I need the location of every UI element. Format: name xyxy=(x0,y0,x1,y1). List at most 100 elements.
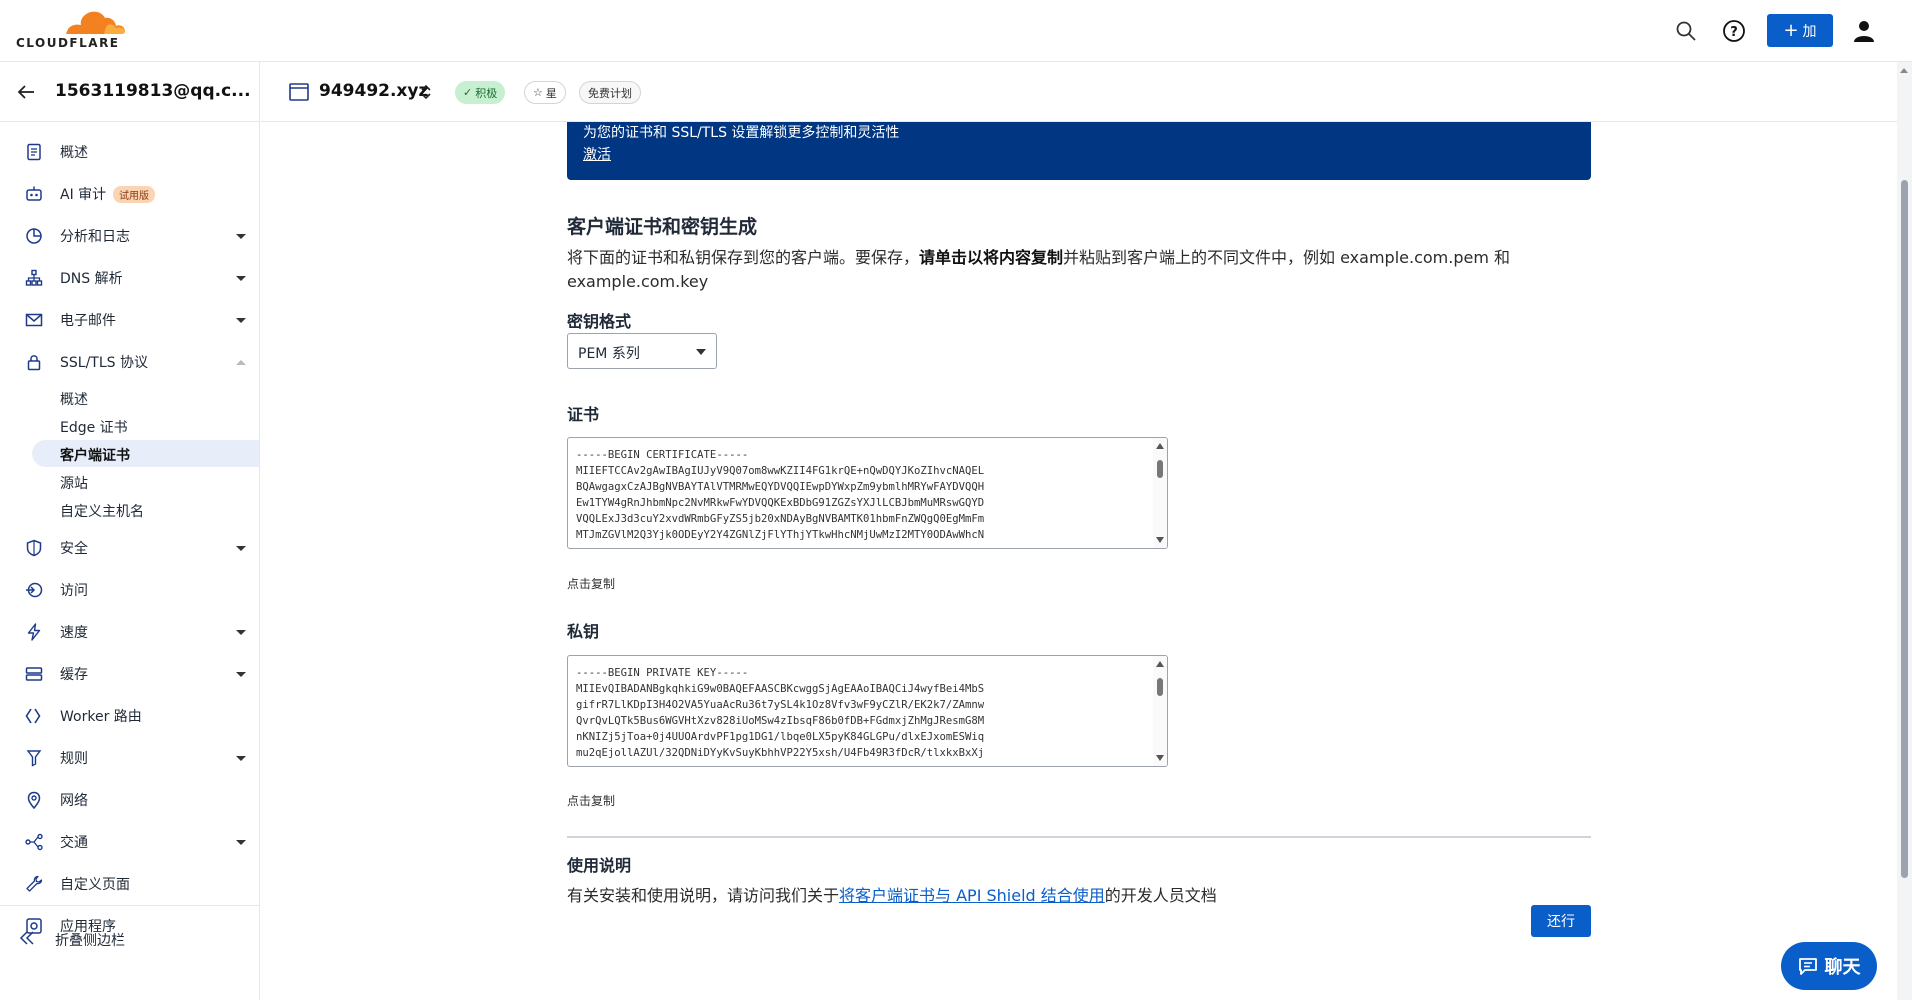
sidebar-item-ai-audit[interactable]: AI 审计 试用版 xyxy=(0,177,259,211)
scroll-up-icon[interactable] xyxy=(1156,443,1164,449)
collapse-sidebar-button[interactable]: 折叠侧边栏 xyxy=(0,905,259,1000)
account-switcher[interactable]: 1563119813@qq.c... xyxy=(0,62,259,122)
ok-button[interactable]: 还行 xyxy=(1531,905,1591,937)
zone-status-badge: ✓ 积极 xyxy=(455,81,506,104)
sidebar-subitem-label: 源站 xyxy=(60,476,88,492)
sidebar-item-ssl-tls[interactable]: SSL/TLS 协议 xyxy=(0,345,259,379)
sidebar-item-overview[interactable]: 概述 xyxy=(0,135,259,169)
sidebar-item-custom-pages[interactable]: 自定义页面 xyxy=(0,867,259,901)
trial-badge: 试用版 xyxy=(113,185,155,203)
chat-label: 聊天 xyxy=(1824,957,1861,978)
check-icon: ✓ xyxy=(463,86,473,99)
sidebar-item-label: Worker 路由 xyxy=(60,709,142,725)
sidebar-subitem-label: 自定义主机名 xyxy=(60,504,144,520)
scroll-thumb[interactable] xyxy=(1157,678,1163,696)
storage-icon xyxy=(24,664,44,684)
cloudflare-logo[interactable]: CLOUDFLARE xyxy=(16,10,126,52)
usage-text-1: 有关安装和使用说明，请访问我们关于 xyxy=(567,886,840,905)
zone-header: 949492.xyz ✓ 积极 ☆ 星 免费计划 xyxy=(261,62,1897,122)
sidebar-item-label: SSL/TLS 协议 xyxy=(60,355,148,371)
zone-name[interactable]: 949492.xyz xyxy=(319,81,428,101)
copy-certificate-hint[interactable]: 点击复制 xyxy=(567,575,615,592)
robot-icon xyxy=(24,184,44,204)
upgrade-banner-text: 为您的证书和 SSL/TLS 设置解锁更多控制和灵活性 xyxy=(583,125,900,141)
sidebar-item-email[interactable]: 电子邮件 xyxy=(0,303,259,337)
chevron-down-icon xyxy=(236,839,246,845)
cloudflare-cloud-icon xyxy=(66,11,126,34)
scroll-up-icon[interactable] xyxy=(1156,661,1164,667)
sidebar-item-label: 速度 xyxy=(60,625,88,641)
sidebar-subitem-client-certificates[interactable]: 客户端证书 xyxy=(32,440,259,467)
certificate-textarea[interactable]: -----BEGIN CERTIFICATE----- MIIEFTCCAv2g… xyxy=(567,437,1168,549)
certificate-scrollbar[interactable] xyxy=(1153,438,1167,548)
scroll-up-icon[interactable] xyxy=(1900,68,1908,73)
rules-icon xyxy=(24,748,44,768)
sidebar-item-caching[interactable]: 缓存 xyxy=(0,657,259,691)
sidebar-subitem-ssl-overview[interactable]: 概述 xyxy=(0,384,259,411)
chevron-up-icon xyxy=(236,359,246,365)
collapse-sidebar-label: 折叠侧边栏 xyxy=(55,933,125,949)
shield-icon xyxy=(24,538,44,558)
sidebar-item-label: 自定义页面 xyxy=(60,877,130,893)
plan-label: 免费计划 xyxy=(588,86,632,100)
api-shield-docs-link[interactable]: 将客户端证书与 API Shield 结合使用 xyxy=(839,886,1105,905)
account-name: 1563119813@qq.c... xyxy=(55,81,251,101)
sidebar-item-label: 电子邮件 xyxy=(60,313,116,329)
private-key-textarea[interactable]: -----BEGIN PRIVATE KEY----- MIIEvQIBADAN… xyxy=(567,655,1168,767)
chevron-down-icon xyxy=(696,349,706,355)
chat-bubble-icon xyxy=(1798,958,1817,975)
key-format-select[interactable]: PEM 系列 xyxy=(567,333,717,369)
scroll-down-icon[interactable] xyxy=(1156,537,1164,543)
zone-switcher-icon[interactable] xyxy=(419,83,433,101)
sidebar-item-traffic[interactable]: 交通 xyxy=(0,825,259,859)
private-key-content: -----BEGIN PRIVATE KEY----- MIIEvQIBADAN… xyxy=(576,667,985,759)
scroll-down-icon[interactable] xyxy=(1156,755,1164,761)
plus-icon: + xyxy=(1783,19,1799,41)
desc-text-1: 将下面的证书和私钥保存到您的客户端。要保存， xyxy=(567,248,920,267)
copy-private-key-hint[interactable]: 点击复制 xyxy=(567,792,615,809)
access-icon xyxy=(24,580,44,600)
chevron-down-icon xyxy=(236,317,246,323)
sidebar-subitem-edge-certificates[interactable]: Edge 证书 xyxy=(0,412,259,439)
wrench-icon xyxy=(24,874,44,894)
help-button[interactable]: ? xyxy=(1720,17,1748,45)
sidebar-item-label: 规则 xyxy=(60,751,88,767)
chevron-down-icon xyxy=(236,629,246,635)
sidebar-item-dns[interactable]: DNS 解析 xyxy=(0,261,259,295)
lock-icon xyxy=(24,352,44,372)
sidebar-item-label: 分析和日志 xyxy=(60,229,130,245)
sidebar-subitem-origin-server[interactable]: 源站 xyxy=(0,468,259,495)
star-zone-button[interactable]: ☆ 星 xyxy=(524,81,566,104)
search-button[interactable] xyxy=(1672,17,1700,45)
sidebar-item-rules[interactable]: 规则 xyxy=(0,741,259,775)
section-divider xyxy=(567,836,1591,838)
sidebar-item-label: 概述 xyxy=(60,145,88,161)
cloudflare-wordmark: CLOUDFLARE xyxy=(16,36,120,50)
sidebar-item-access[interactable]: 访问 xyxy=(0,573,259,607)
add-button[interactable]: + 加 xyxy=(1767,14,1833,47)
private-key-scrollbar[interactable] xyxy=(1153,656,1167,766)
key-format-value: PEM 系列 xyxy=(578,346,640,362)
help-icon: ? xyxy=(1723,20,1745,42)
sidebar-item-label: 访问 xyxy=(60,583,88,599)
sidebar-item-label: 网络 xyxy=(60,793,88,809)
sidebar-item-speed[interactable]: 速度 xyxy=(0,615,259,649)
svg-text:?: ? xyxy=(1730,25,1738,40)
sidebar: 1563119813@qq.c... 概述 AI 审计 试用版 分析和日志 DN… xyxy=(0,62,260,1000)
user-menu-button[interactable] xyxy=(1850,17,1878,45)
sidebar-item-security[interactable]: 安全 xyxy=(0,531,259,565)
double-chevron-left-icon xyxy=(19,931,34,945)
page-scrollbar[interactable] xyxy=(1897,62,1912,1000)
plan-badge[interactable]: 免费计划 xyxy=(579,81,641,104)
sidebar-item-analytics[interactable]: 分析和日志 xyxy=(0,219,259,253)
page-scroll-thumb[interactable] xyxy=(1901,180,1908,878)
activate-link[interactable]: 激活 xyxy=(583,144,611,164)
chevron-down-icon xyxy=(236,545,246,551)
chat-button[interactable]: 聊天 xyxy=(1781,942,1877,990)
back-arrow-icon[interactable] xyxy=(16,82,36,102)
scroll-thumb[interactable] xyxy=(1157,460,1163,478)
sidebar-item-network[interactable]: 网络 xyxy=(0,783,259,817)
sidebar-subitem-custom-hostnames[interactable]: 自定义主机名 xyxy=(0,496,259,523)
chart-pie-icon xyxy=(24,226,44,246)
sidebar-item-worker-routes[interactable]: Worker 路由 xyxy=(0,699,259,733)
